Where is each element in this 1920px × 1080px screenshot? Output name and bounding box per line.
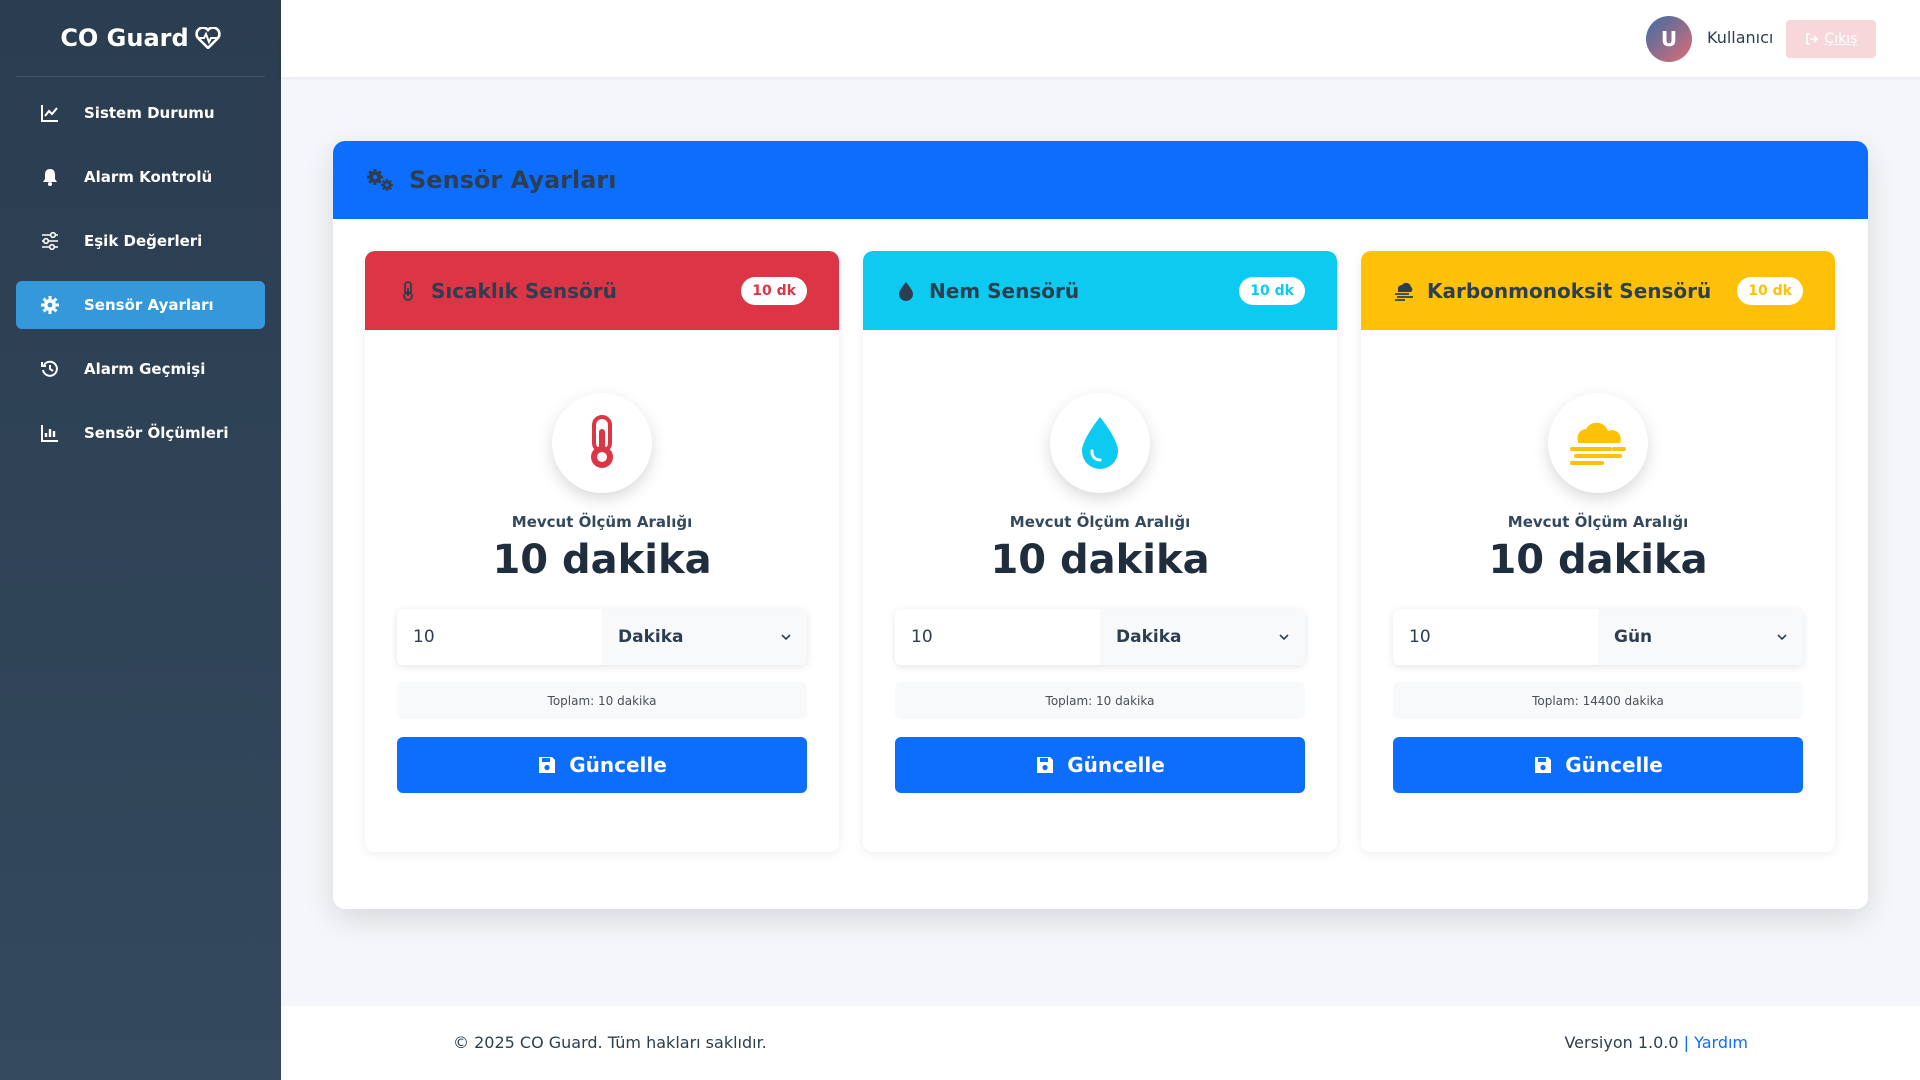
sidebar-item-label: Alarm Kontrolü — [84, 168, 213, 186]
card-title: Nem Sensörü — [929, 278, 1080, 303]
sidebar-item-alarm-kontrolu[interactable]: Alarm Kontrolü — [16, 153, 265, 201]
range-value: 10 dakika — [492, 537, 712, 583]
help-link[interactable]: Yardım — [1694, 1033, 1748, 1052]
panel-header: Sensör Ayarları — [333, 141, 1868, 219]
sidebar-item-label: Eşik Değerleri — [84, 232, 203, 250]
unit-select[interactable]: Dakika — [602, 609, 807, 665]
thermometer-large-icon — [552, 393, 652, 493]
sensor-cards: Sıcaklık Sensörü 10 dk Mevcut Ölçüm Aral… — [365, 251, 1836, 852]
droplet-icon — [899, 281, 913, 301]
droplet-large-icon — [1050, 393, 1150, 493]
username: Kullanıcı — [1707, 28, 1774, 47]
update-button-label: Güncelle — [1067, 753, 1165, 777]
sensor-settings-panel: Sensör Ayarları Sıcaklık Sensörü 10 dk M… — [333, 141, 1868, 909]
sidebar-item-sensor-olcumleri[interactable]: Sensör Ölçümleri — [16, 409, 265, 457]
chart-line-icon — [41, 105, 58, 122]
sidebar-nav: Sistem Durumu Alarm Kontrolü Eşik Değerl… — [0, 89, 281, 457]
update-button-label: Güncelle — [1565, 753, 1663, 777]
sidebar-item-label: Sensör Ölçümleri — [84, 424, 229, 442]
unit-select-value: Gün — [1614, 627, 1653, 647]
unit-select-value: Dakika — [1116, 627, 1182, 647]
sidebar-item-label: Alarm Geçmişi — [84, 360, 206, 378]
range-label: Mevcut Ölçüm Aralığı — [1009, 513, 1191, 531]
card-title: Sıcaklık Sensörü — [431, 278, 617, 303]
thermometer-icon — [403, 280, 413, 301]
update-button[interactable]: Güncelle — [1393, 737, 1803, 793]
smog-large-icon — [1548, 393, 1648, 493]
sidebar-item-label: Sensör Ayarları — [84, 296, 214, 314]
avatar[interactable]: U — [1646, 16, 1692, 62]
update-button[interactable]: Güncelle — [397, 737, 807, 793]
sidebar-item-label: Sistem Durumu — [84, 104, 215, 122]
range-value: 10 dakika — [1488, 537, 1708, 583]
card-header: Karbonmonoksit Sensörü 10 dk — [1361, 251, 1835, 330]
sidebar-item-esik-degerleri[interactable]: Eşik Değerleri — [16, 217, 265, 265]
history-icon — [41, 360, 58, 377]
total-text: Toplam: 10 dakika — [397, 682, 807, 719]
brand-name: CO Guard — [60, 24, 189, 52]
chevron-down-icon — [781, 634, 791, 641]
brand-logo[interactable]: CO Guard — [16, 0, 265, 77]
gear-icon — [41, 296, 59, 314]
version-info: Versiyon 1.0.0 | Yardım — [1564, 1033, 1748, 1052]
unit-select[interactable]: Gün — [1598, 609, 1803, 665]
copyright-text: © 2025 CO Guard. Tüm hakları saklıdır. — [453, 1033, 767, 1052]
interval-input[interactable] — [1393, 609, 1598, 665]
panel-title: Sensör Ayarları — [409, 166, 617, 194]
total-text: Toplam: 10 dakika — [895, 682, 1305, 719]
heart-pulse-icon — [194, 27, 221, 49]
total-text: Toplam: 14400 dakika — [1393, 682, 1803, 719]
range-label: Mevcut Ölçüm Aralığı — [1507, 513, 1689, 531]
interval-input[interactable] — [397, 609, 602, 665]
range-label: Mevcut Ölçüm Aralığı — [511, 513, 693, 531]
version-text: Versiyon 1.0.0 — [1564, 1033, 1679, 1052]
sign-out-icon — [1805, 33, 1818, 45]
sidebar-item-alarm-gecmisi[interactable]: Alarm Geçmişi — [16, 345, 265, 393]
save-icon — [1037, 757, 1054, 773]
co-sensor-card: Karbonmonoksit Sensörü 10 dk Mevcut Ölçü… — [1361, 251, 1835, 852]
sidebar: CO Guard Sistem Durumu Alarm Kontrolü Eş… — [0, 0, 281, 1080]
interval-input-group: Gün — [1393, 609, 1803, 665]
interval-input[interactable] — [895, 609, 1100, 665]
logout-button[interactable]: Çıkış — [1786, 20, 1876, 58]
temperature-sensor-card: Sıcaklık Sensörü 10 dk Mevcut Ölçüm Aral… — [365, 251, 839, 852]
save-icon — [539, 757, 556, 773]
sidebar-item-sensor-ayarlari[interactable]: Sensör Ayarları — [16, 281, 265, 329]
range-value: 10 dakika — [990, 537, 1210, 583]
chevron-down-icon — [1777, 634, 1787, 641]
save-icon — [1535, 757, 1552, 773]
unit-select[interactable]: Dakika — [1100, 609, 1305, 665]
update-button[interactable]: Güncelle — [895, 737, 1305, 793]
update-button-label: Güncelle — [569, 753, 667, 777]
chart-bar-icon — [41, 425, 58, 442]
sliders-icon — [42, 231, 58, 251]
separator: | — [1683, 1033, 1690, 1052]
topbar: U Kullanıcı Çıkış — [281, 0, 1920, 77]
card-header: Nem Sensörü 10 dk — [863, 251, 1337, 330]
footer: © 2025 CO Guard. Tüm hakları saklıdır. V… — [281, 1006, 1920, 1080]
sidebar-item-sistem-durumu[interactable]: Sistem Durumu — [16, 89, 265, 137]
smog-icon — [1395, 282, 1413, 301]
card-header: Sıcaklık Sensörü 10 dk — [365, 251, 839, 330]
interval-badge: 10 dk — [1737, 277, 1803, 305]
interval-badge: 10 dk — [741, 277, 807, 305]
card-title: Karbonmonoksit Sensörü — [1427, 278, 1712, 303]
humidity-sensor-card: Nem Sensörü 10 dk Mevcut Ölçüm Aralığı 1… — [863, 251, 1337, 852]
bell-icon — [43, 169, 57, 186]
interval-input-group: Dakika — [397, 609, 807, 665]
chevron-down-icon — [1279, 634, 1289, 641]
unit-select-value: Dakika — [618, 627, 684, 647]
gears-icon — [367, 169, 393, 191]
logout-label: Çıkış — [1824, 31, 1858, 47]
interval-input-group: Dakika — [895, 609, 1305, 665]
interval-badge: 10 dk — [1239, 277, 1305, 305]
